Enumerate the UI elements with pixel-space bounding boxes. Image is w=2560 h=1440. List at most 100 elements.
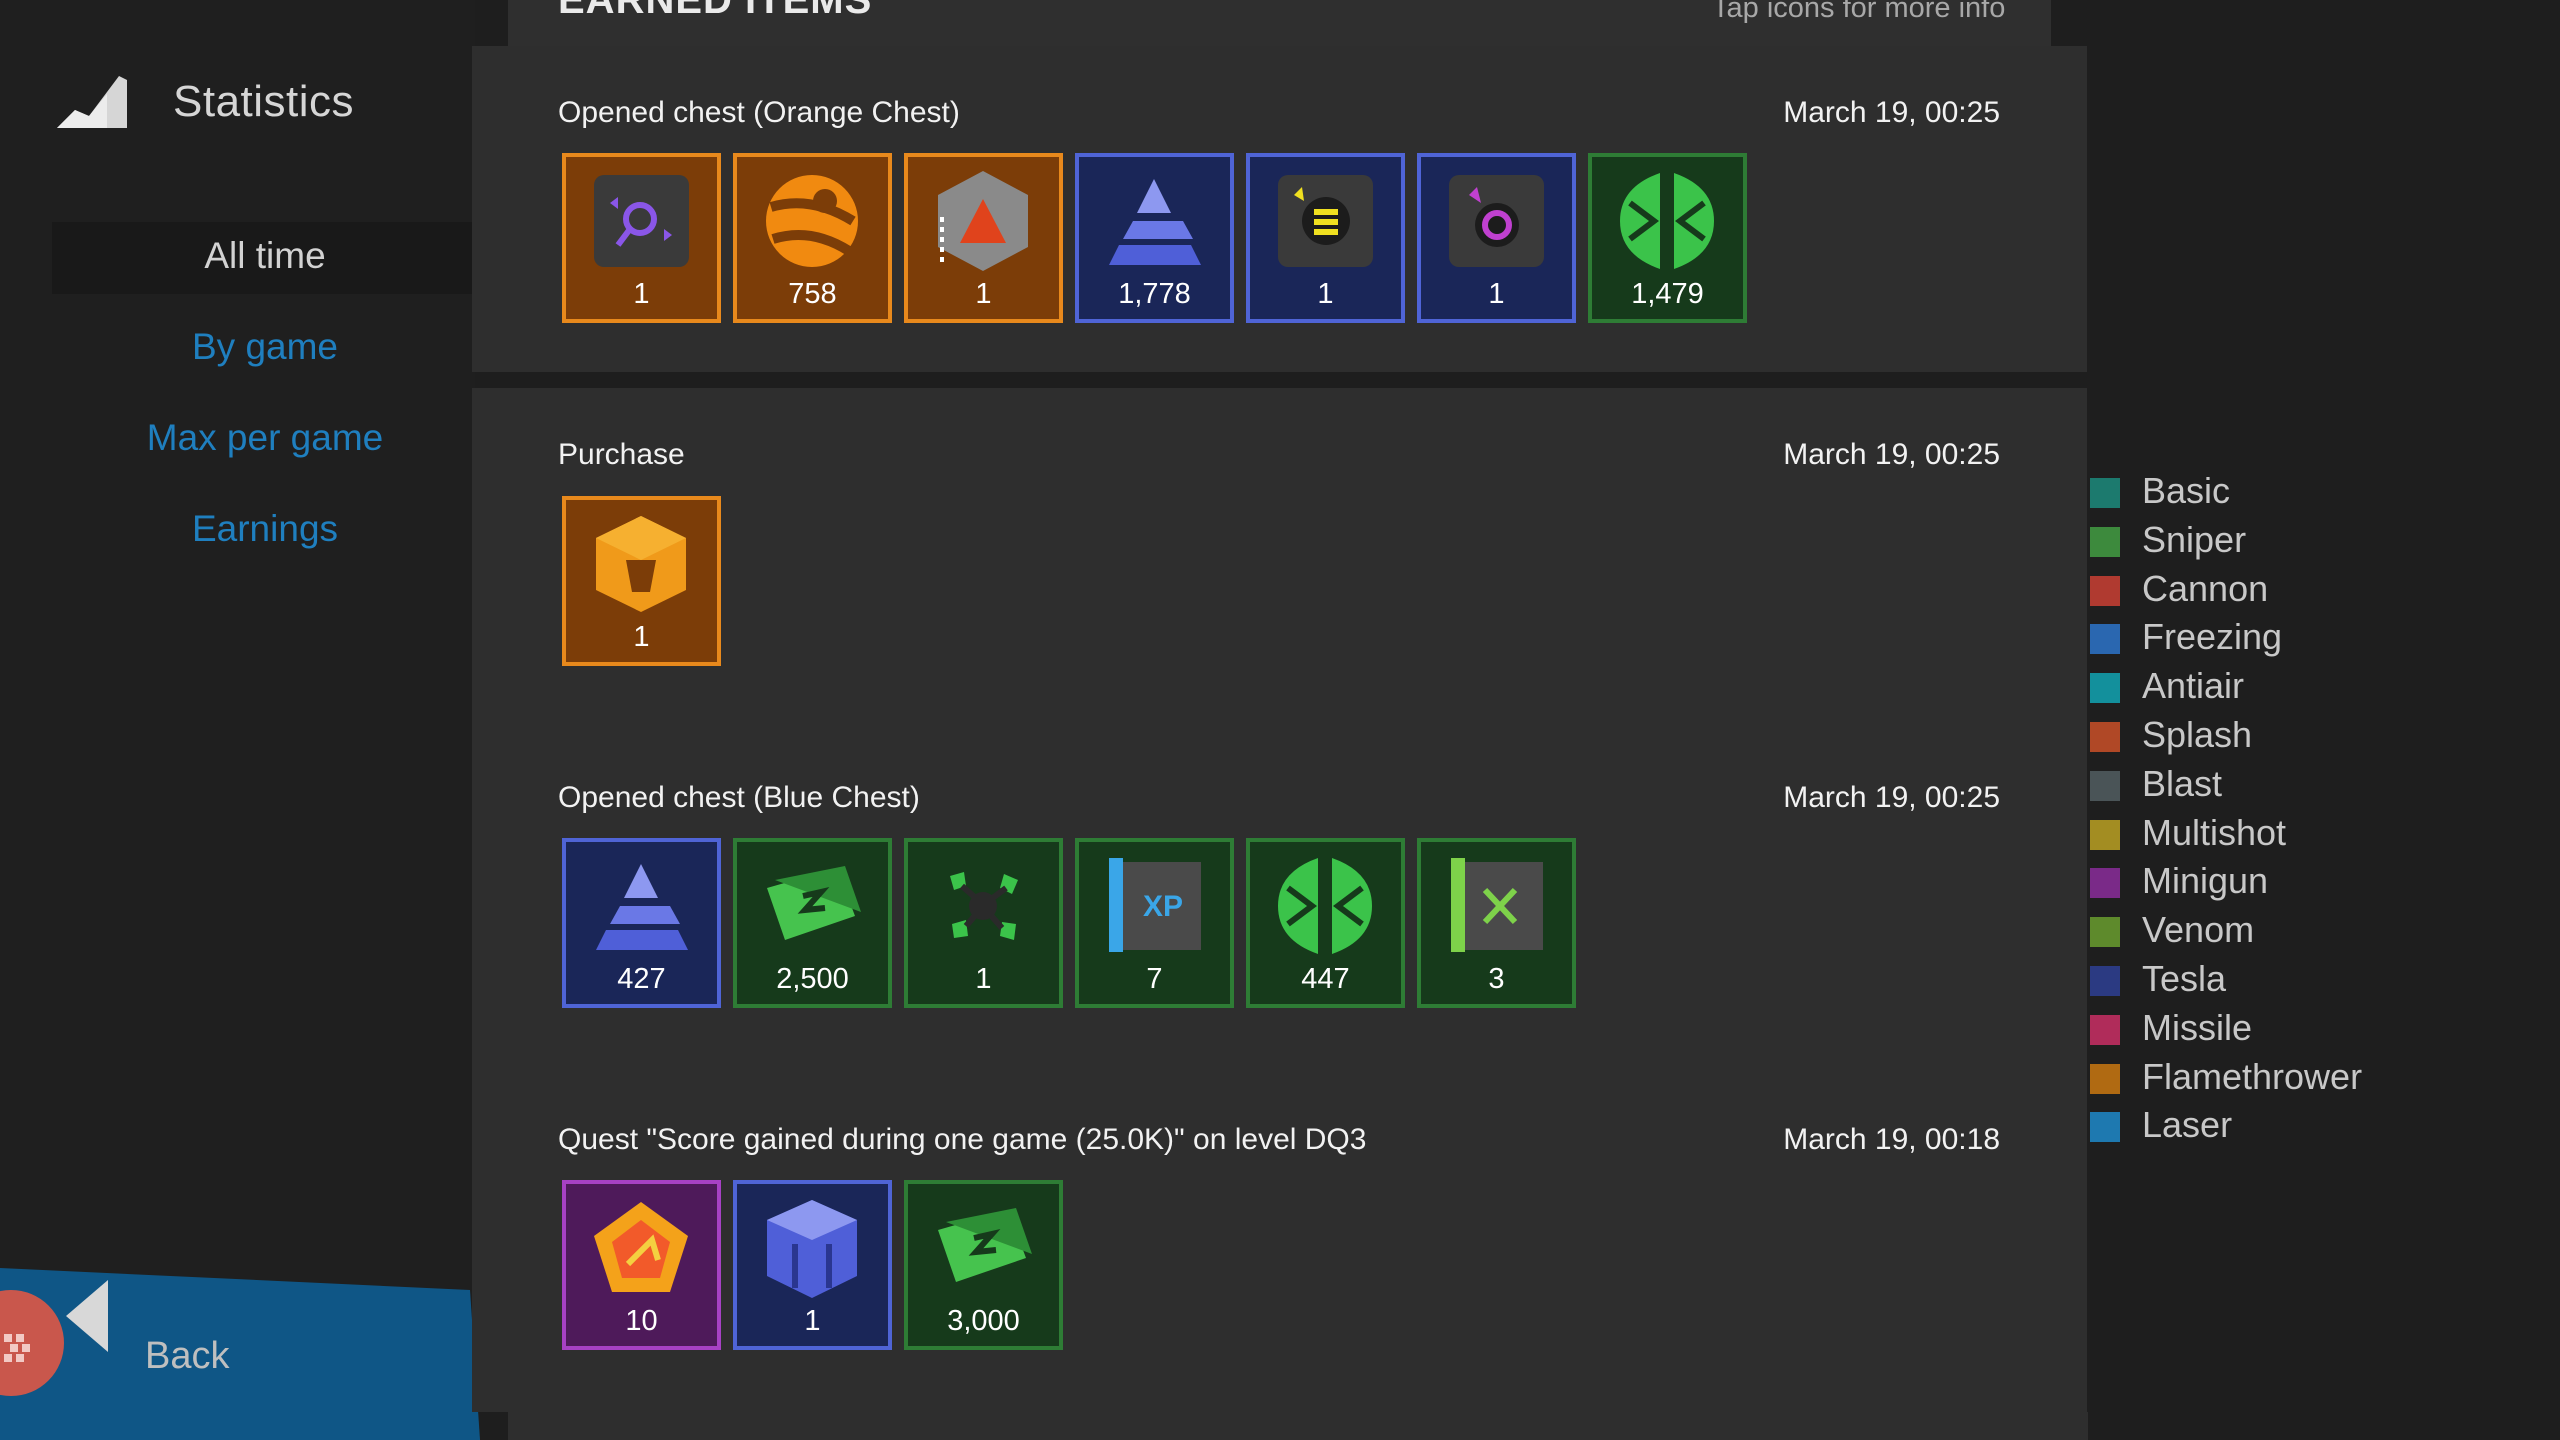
entry-title: Opened chest (Orange Chest) — [558, 96, 960, 129]
research-tokens-icon — [766, 175, 858, 267]
entry-title: Quest "Score gained during one game (25.… — [558, 1123, 1367, 1156]
statistics-header: Statistics — [55, 72, 354, 132]
item-tile[interactable]: 758 — [733, 153, 892, 323]
legend-swatch — [2090, 966, 2120, 996]
legend-label: Freezing — [2142, 616, 2283, 658]
item-count: 2,500 — [776, 963, 849, 995]
legend-swatch — [2090, 819, 2120, 850]
legend-swatch — [2090, 1112, 2120, 1143]
legend-swatch — [2090, 770, 2120, 801]
nav-item-earnings[interactable]: Earnings — [0, 508, 530, 550]
item-count: 1 — [633, 278, 650, 310]
item-tile[interactable]: 1 — [733, 1180, 892, 1350]
item-count: 427 — [617, 963, 666, 995]
earned-items-title: EARNED ITEMS — [558, 0, 873, 22]
item-count: 3 — [1488, 963, 1505, 995]
item-count: 758 — [788, 278, 837, 310]
item-tile[interactable]: 427 — [562, 838, 721, 1008]
statistics-icon — [57, 76, 127, 128]
sidebar: Statistics All time By game Max per game… — [0, 0, 475, 1440]
item-tile[interactable]: 1 — [562, 153, 721, 323]
legend-swatch — [2090, 868, 2120, 899]
legend-swatch — [2090, 1014, 2120, 1045]
legend-label: Blast — [2142, 762, 2223, 804]
minigun-module-icon — [1449, 175, 1544, 267]
item-tile[interactable]: 2,500 — [733, 838, 892, 1008]
nav-item-by-game[interactable]: By game — [0, 326, 530, 368]
legend-swatch — [2090, 526, 2120, 557]
legend-swatch — [2090, 478, 2120, 508]
legend-label: Multishot — [2142, 811, 2287, 853]
item-count: 1 — [975, 278, 992, 310]
legend-label: Cannon — [2142, 567, 2269, 609]
xp-scroll-icon: XP — [1109, 858, 1201, 952]
legend-swatch — [2090, 624, 2120, 655]
gamepad-icon — [0, 1290, 64, 1396]
venom-ability-icon — [950, 872, 1018, 940]
back-label[interactable]: Back — [145, 1335, 229, 1378]
item-tile[interactable]: 10 — [562, 1180, 721, 1350]
augment-module-icon — [594, 175, 689, 267]
item-count: 447 — [1301, 963, 1350, 995]
legend-swatch — [2090, 722, 2120, 752]
legend-swatch — [2090, 575, 2120, 606]
item-tile[interactable]: 1 — [904, 838, 1063, 1008]
item-count: 1,778 — [1118, 278, 1191, 310]
entry-date: March 19, 00:18 — [1783, 1123, 2000, 1156]
legend-label: Sniper — [2142, 518, 2247, 560]
item-count: 1 — [1488, 278, 1505, 310]
entry-title: Opened chest (Blue Chest) — [558, 781, 920, 814]
entry-date: March 19, 00:25 — [1783, 438, 2000, 471]
item-count: 1,479 — [1631, 278, 1704, 310]
legend-label: Tesla — [2142, 958, 2227, 999]
blue-chest-icon — [767, 1200, 857, 1298]
item-tile[interactable]: 1,479 — [1588, 153, 1747, 323]
legend-swatch — [2090, 917, 2120, 948]
item-tile[interactable]: 3,000 — [904, 1180, 1063, 1350]
cash-bills-icon — [938, 1208, 1032, 1282]
legend-label: Venom — [2142, 909, 2255, 951]
green-crystals-icon — [1278, 858, 1372, 954]
item-tile[interactable]: 3 — [1417, 838, 1576, 1008]
entry-date: March 19, 00:25 — [1783, 96, 2000, 129]
orange-chest-icon — [596, 516, 686, 612]
nav-item-all-time[interactable]: All time — [0, 235, 530, 277]
tesla-shards-icon — [1109, 179, 1201, 265]
item-tile[interactable]: 1 — [562, 496, 721, 666]
legend-label: Missile — [2142, 1006, 2253, 1048]
legend-swatch — [2090, 1063, 2120, 1094]
item-count: 3,000 — [947, 1305, 1020, 1337]
legend-label: Basic — [2142, 470, 2231, 511]
cannon-tower-blueprint-icon — [938, 171, 1028, 271]
item-tile[interactable]: 1 — [904, 153, 1063, 323]
cash-bills-icon — [767, 866, 861, 940]
item-count: 1 — [1317, 278, 1334, 310]
tesla-shards-icon — [596, 864, 688, 950]
tap-hint: Tap icons for more info — [1712, 0, 2006, 24]
item-tile[interactable]: 1 — [1417, 153, 1576, 323]
nav-item-max-per-game[interactable]: Max per game — [0, 417, 530, 459]
page-title: Statistics — [173, 77, 355, 126]
legend-swatch — [2090, 673, 2120, 704]
back-arrow-icon[interactable] — [64, 1278, 112, 1354]
item-count: 7 — [1146, 963, 1163, 995]
item-count: 10 — [625, 1305, 658, 1337]
coin-module-icon — [1278, 175, 1373, 267]
item-count: 1 — [804, 1305, 821, 1337]
legend-label: Flamethrower — [2142, 1055, 2363, 1097]
item-count: 1 — [633, 621, 650, 653]
entry-title: Purchase — [558, 438, 685, 471]
venom-scroll-icon — [1451, 858, 1543, 952]
item-count: 1 — [975, 963, 992, 995]
pentagon-rune-icon — [594, 1202, 688, 1292]
item-tile[interactable]: 1 — [1246, 153, 1405, 323]
legend-label: Laser — [2142, 1104, 2233, 1146]
legend-label: Minigun — [2142, 860, 2269, 902]
svg-text:XP: XP — [1143, 890, 1183, 923]
item-tile[interactable]: XP 7 — [1075, 838, 1234, 1008]
item-tile[interactable]: 1,778 — [1075, 153, 1234, 323]
legend-label: Antiair — [2142, 665, 2245, 707]
item-tile[interactable]: 447 — [1246, 838, 1405, 1008]
green-crystals-icon — [1620, 173, 1714, 269]
entry-date: March 19, 00:25 — [1783, 781, 2000, 814]
